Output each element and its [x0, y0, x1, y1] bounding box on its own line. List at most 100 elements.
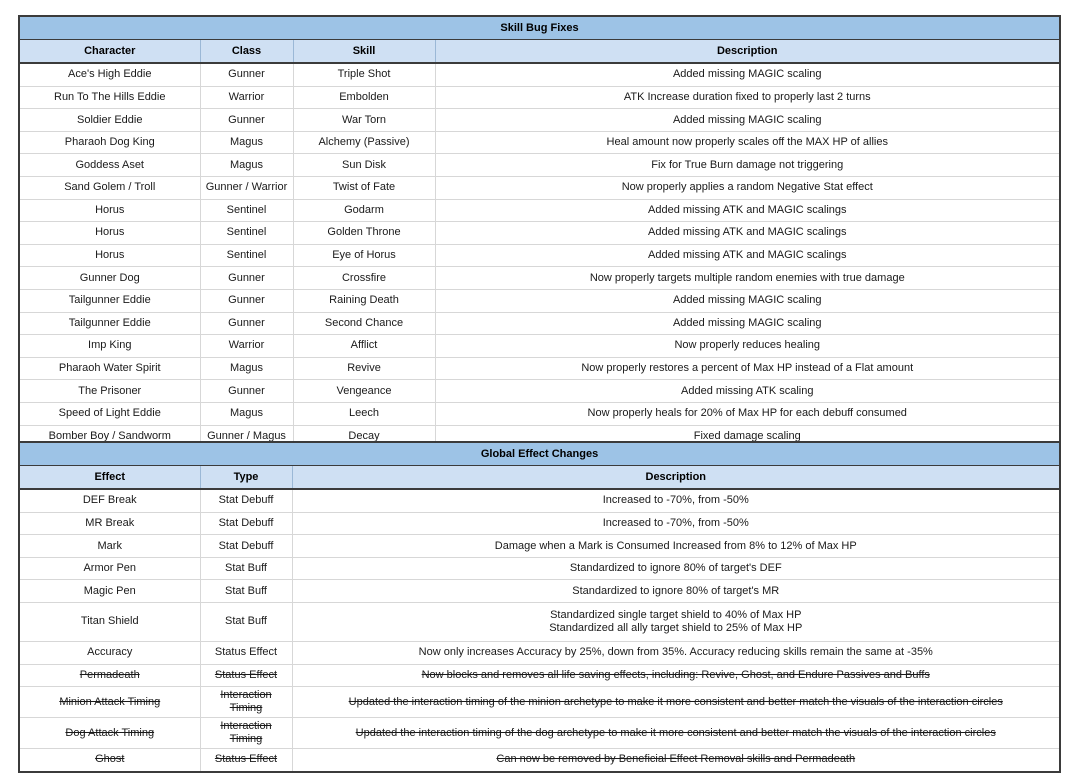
- table-row[interactable]: Minion Attack Timing Interaction Timing Up…: [18, 686, 1061, 719]
- cell-skill[interactable]: Alchemy (Passive): [292, 130, 436, 155]
- cell-description[interactable]: Standardized to ignore 80% of target's M…: [291, 579, 1061, 603]
- cell-class[interactable]: Sentinel: [199, 243, 294, 268]
- cell-skill[interactable]: Raining Death: [292, 288, 436, 313]
- cell-class[interactable]: Magus: [199, 356, 294, 381]
- table-row[interactable]: MR Break Stat Debuff Increased to -70%, fr…: [18, 511, 1061, 536]
- column-header-description[interactable]: Description: [291, 465, 1061, 490]
- cell-effect[interactable]: Permadeath: [18, 663, 201, 688]
- cell-skill[interactable]: Sun Disk: [292, 153, 436, 177]
- cell-class[interactable]: Warrior: [199, 334, 294, 358]
- table-row[interactable]: The Prisoner Gunner Vengeance Added missing…: [18, 379, 1061, 403]
- table-row[interactable]: Pharaoh Dog King Magus Alchemy (Passive) He…: [18, 130, 1061, 155]
- cell-class[interactable]: Gunner / Warrior: [199, 175, 294, 200]
- cell-effect[interactable]: Mark: [18, 534, 201, 558]
- cell-effect[interactable]: Armor Pen: [18, 556, 201, 581]
- table-row[interactable]: Magic Pen Stat Buff Standardized to ignore…: [18, 579, 1061, 603]
- cell-skill[interactable]: Godarm: [292, 198, 436, 223]
- cell-type[interactable]: Interaction Timing: [199, 717, 293, 750]
- table-row[interactable]: Imp King Warrior Afflict Now properly reduc…: [18, 334, 1061, 358]
- cell-description[interactable]: Standardized to ignore 80% of target's D…: [291, 556, 1061, 581]
- column-header-type[interactable]: Type: [199, 465, 293, 490]
- column-header-skill[interactable]: Skill: [292, 39, 436, 64]
- cell-description[interactable]: Increased to -70%, from -50%: [291, 488, 1061, 513]
- cell-skill[interactable]: Leech: [292, 401, 436, 426]
- cell-class[interactable]: Gunner: [199, 379, 294, 403]
- cell-class[interactable]: Warrior: [199, 85, 294, 110]
- cell-type[interactable]: Stat Buff: [199, 556, 293, 581]
- cell-skill[interactable]: Vengeance: [292, 379, 436, 403]
- table-row[interactable]: Ace's High Eddie Gunner Triple Shot Added m…: [18, 62, 1061, 87]
- cell-effect[interactable]: Titan Shield: [18, 601, 201, 642]
- cell-description[interactable]: Now properly reduces healing: [434, 334, 1061, 358]
- cell-skill[interactable]: Embolden: [292, 85, 436, 110]
- cell-description[interactable]: Damage when a Mark is Consumed Increased…: [291, 534, 1061, 558]
- cell-class[interactable]: Magus: [199, 401, 294, 426]
- cell-character[interactable]: Sand Golem / Troll: [18, 175, 201, 200]
- cell-skill[interactable]: Golden Throne: [292, 221, 436, 245]
- cell-description[interactable]: Updated the interaction timing of the do…: [291, 717, 1061, 750]
- table-row[interactable]: Permadeath Status Effect Now blocks and re…: [18, 663, 1061, 688]
- table-row[interactable]: Horus Sentinel Godarm Added missing ATK and…: [18, 198, 1061, 223]
- cell-character[interactable]: Ace's High Eddie: [18, 62, 201, 87]
- table-row[interactable]: Speed of Light Eddie Magus Leech Now proper…: [18, 401, 1061, 426]
- cell-effect[interactable]: Dog Attack Timing: [18, 717, 201, 750]
- cell-character[interactable]: Goddess Aset: [18, 153, 201, 177]
- cell-character[interactable]: Tailgunner Eddie: [18, 311, 201, 336]
- column-header-effect[interactable]: Effect: [18, 465, 201, 490]
- table-row[interactable]: Gunner Dog Gunner Crossfire Now properly ta…: [18, 266, 1061, 290]
- cell-effect[interactable]: Magic Pen: [18, 579, 201, 603]
- cell-class[interactable]: Sentinel: [199, 198, 294, 223]
- cell-description[interactable]: Added missing ATK and MAGIC scalings: [434, 221, 1061, 245]
- cell-character[interactable]: Soldier Eddie: [18, 108, 201, 132]
- table-row[interactable]: Sand Golem / Troll Gunner / Warrior Twist …: [18, 175, 1061, 200]
- cell-type[interactable]: Interaction Timing: [199, 686, 293, 719]
- table-row[interactable]: DEF Break Stat Debuff Increased to -70%, f…: [18, 488, 1061, 513]
- cell-type[interactable]: Status Effect: [199, 640, 293, 665]
- cell-effect[interactable]: DEF Break: [18, 488, 201, 513]
- cell-character[interactable]: The Prisoner: [18, 379, 201, 403]
- cell-description[interactable]: Added missing ATK scaling: [434, 379, 1061, 403]
- cell-character[interactable]: Pharaoh Water Spirit: [18, 356, 201, 381]
- cell-description[interactable]: Increased to -70%, from -50%: [291, 511, 1061, 536]
- cell-class[interactable]: Magus: [199, 130, 294, 155]
- column-header-character[interactable]: Character: [18, 39, 201, 64]
- cell-character[interactable]: Speed of Light Eddie: [18, 401, 201, 426]
- cell-character[interactable]: Horus: [18, 221, 201, 245]
- cell-character[interactable]: Run To The Hills Eddie: [18, 85, 201, 110]
- column-header-class[interactable]: Class: [199, 39, 294, 64]
- cell-description[interactable]: Standardized single target shield to 40%…: [291, 601, 1061, 642]
- cell-type[interactable]: Stat Debuff: [199, 488, 293, 513]
- table-row[interactable]: Mark Stat Debuff Damage when a Mark is Con…: [18, 534, 1061, 558]
- cell-description[interactable]: Added missing MAGIC scaling: [434, 311, 1061, 336]
- cell-description[interactable]: Updated the interaction timing of the mi…: [291, 686, 1061, 719]
- cell-character[interactable]: Horus: [18, 198, 201, 223]
- cell-character[interactable]: Horus: [18, 243, 201, 268]
- cell-description[interactable]: Now only increases Accuracy by 25%, down…: [291, 640, 1061, 665]
- table-row[interactable]: Titan Shield Stat Buff Standardized single…: [18, 601, 1061, 642]
- cell-skill[interactable]: Twist of Fate: [292, 175, 436, 200]
- cell-description[interactable]: Now properly restores a percent of Max H…: [434, 356, 1061, 381]
- cell-type[interactable]: Stat Buff: [199, 601, 293, 642]
- cell-character[interactable]: Pharaoh Dog King: [18, 130, 201, 155]
- cell-character[interactable]: Tailgunner Eddie: [18, 288, 201, 313]
- cell-type[interactable]: Status Effect: [199, 748, 293, 773]
- cell-description[interactable]: Now blocks and removes all life saving e…: [291, 663, 1061, 688]
- cell-class[interactable]: Gunner: [199, 311, 294, 336]
- cell-character[interactable]: Gunner Dog: [18, 266, 201, 290]
- cell-type[interactable]: Stat Debuff: [199, 511, 293, 536]
- cell-description[interactable]: Now properly heals for 20% of Max HP for…: [434, 401, 1061, 426]
- cell-description[interactable]: Now properly targets multiple random ene…: [434, 266, 1061, 290]
- cell-class[interactable]: Gunner: [199, 266, 294, 290]
- table-row[interactable]: Horus Sentinel Eye of Horus Added missing A…: [18, 243, 1061, 268]
- cell-skill[interactable]: War Torn: [292, 108, 436, 132]
- table-row[interactable]: Tailgunner Eddie Gunner Second Chance Added…: [18, 311, 1061, 336]
- table-row[interactable]: Dog Attack Timing Interaction Timing Updat…: [18, 717, 1061, 750]
- cell-description[interactable]: Added missing MAGIC scaling: [434, 62, 1061, 87]
- cell-class[interactable]: Gunner: [199, 108, 294, 132]
- cell-description[interactable]: Added missing ATK and MAGIC scalings: [434, 198, 1061, 223]
- table-row[interactable]: Run To The Hills Eddie Warrior Embolden ATK…: [18, 85, 1061, 110]
- cell-skill[interactable]: Second Chance: [292, 311, 436, 336]
- cell-class[interactable]: Magus: [199, 153, 294, 177]
- cell-class[interactable]: Gunner: [199, 288, 294, 313]
- cell-description[interactable]: Can now be removed by Beneficial Effect …: [291, 748, 1061, 773]
